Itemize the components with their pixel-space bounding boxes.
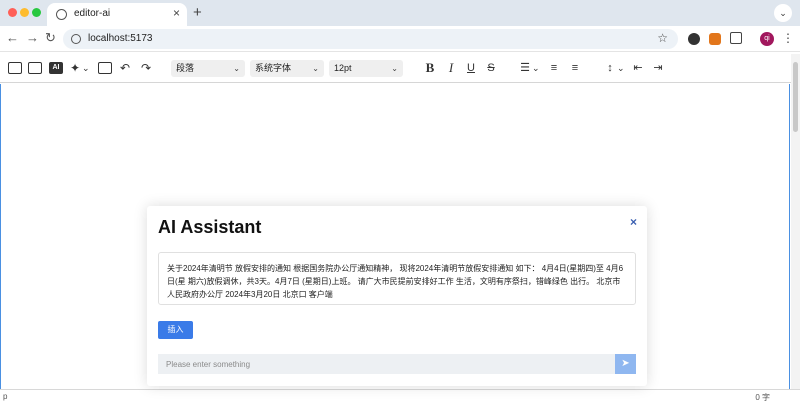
browser-tab[interactable]: editor-ai × xyxy=(47,3,187,26)
dialog-title: AI Assistant xyxy=(158,217,262,237)
window-close-button[interactable] xyxy=(8,8,17,17)
metamask-fox-icon[interactable] xyxy=(709,33,721,45)
undo-button[interactable]: ↶ xyxy=(118,60,132,76)
chevron-down-icon: ⌄ xyxy=(312,64,319,73)
insert-button[interactable]: 插入 xyxy=(158,321,193,339)
italic-button[interactable]: I xyxy=(445,60,457,76)
forward-button[interactable]: → xyxy=(26,30,39,45)
font-size-select[interactable]: 12pt ⌄ xyxy=(329,60,403,77)
magic-wand-icon[interactable]: ✦ xyxy=(69,60,81,76)
ocr-scan-icon[interactable] xyxy=(98,62,112,74)
insert-content-icon[interactable] xyxy=(8,62,22,74)
font-family-select[interactable]: 系统字体 ⌄ xyxy=(250,60,324,77)
element-path: p xyxy=(3,392,8,401)
close-icon[interactable]: × xyxy=(630,215,637,229)
new-tab-button[interactable]: + xyxy=(193,4,202,21)
bookmark-star-icon[interactable]: ☆ xyxy=(657,31,668,45)
paragraph-style-select[interactable]: 段落 ⌄ xyxy=(171,60,245,77)
font-family-value: 系统字体 xyxy=(255,63,292,73)
profile-avatar[interactable]: qi xyxy=(760,32,774,46)
chevron-down-icon: ⌄ xyxy=(391,64,398,73)
align-chevron-icon[interactable]: ⌄ xyxy=(532,60,540,76)
magic-wand-chevron-icon[interactable]: ⌄ xyxy=(82,60,90,76)
outdent-icon[interactable]: ⇤ xyxy=(632,60,644,76)
extension-icon-1[interactable] xyxy=(688,33,700,45)
window-minimize-button[interactable] xyxy=(20,8,29,17)
line-height-chevron-icon[interactable]: ⌄ xyxy=(617,60,625,76)
ai-result-text: 关于2024年清明节 放假安排的通知 根据国务院办公厅通知精神， 现将2024年… xyxy=(158,252,636,305)
back-button[interactable]: ← xyxy=(6,30,19,45)
line-height-icon[interactable]: ↕ xyxy=(603,60,617,76)
align-left-icon[interactable]: ☰ xyxy=(519,60,531,76)
page-scrollbar[interactable] xyxy=(791,54,800,389)
send-icon[interactable]: ➤ xyxy=(615,354,636,374)
extensions-puzzle-icon[interactable] xyxy=(730,32,742,44)
tab-title: editor-ai xyxy=(74,8,111,19)
editor-status-bar: p 0 字 xyxy=(0,389,800,402)
paragraph-style-value: 段落 xyxy=(176,63,195,73)
reload-button[interactable]: ↻ xyxy=(45,30,56,46)
site-info-icon[interactable] xyxy=(71,34,81,44)
prompt-input[interactable] xyxy=(158,354,614,374)
indent-icon[interactable]: ⇥ xyxy=(652,60,664,76)
scrollbar-thumb[interactable] xyxy=(793,62,798,132)
redo-button[interactable]: ↷ xyxy=(139,60,153,76)
ai-assistant-dialog: AI Assistant × 关于2024年清明节 放假安排的通知 根据国务院办… xyxy=(147,206,647,386)
chevron-down-icon: ⌄ xyxy=(233,64,240,73)
url-text: localhost:5173 xyxy=(88,33,153,44)
browser-menu-icon[interactable]: ⋮ xyxy=(782,31,794,45)
address-bar[interactable]: localhost:5173 ☆ xyxy=(63,29,678,49)
browser-tab-bar: editor-ai × + ⌄ xyxy=(0,0,800,26)
copy-format-icon[interactable] xyxy=(28,62,42,74)
word-count: 0 字 xyxy=(755,393,770,402)
browser-address-row: ← → ↻ localhost:5173 ☆ qi ⋮ xyxy=(0,26,800,52)
underline-button[interactable]: U xyxy=(465,60,477,76)
bold-button[interactable]: B xyxy=(424,60,436,76)
font-size-value: 12pt xyxy=(334,63,352,73)
prompt-row: ➤ xyxy=(158,354,636,374)
globe-icon xyxy=(56,9,67,20)
window-maximize-button[interactable] xyxy=(32,8,41,17)
strikethrough-button[interactable]: S xyxy=(485,60,497,76)
tab-search-chevron-icon[interactable]: ⌄ xyxy=(774,4,792,22)
editor-toolbar: AI ✦ ⌄ ↶ ↷ 段落 ⌄ 系统字体 ⌄ 12pt ⌄ B I U S ☰ … xyxy=(0,53,800,83)
ai-assistant-button[interactable]: AI xyxy=(49,62,63,74)
bullet-list-icon[interactable]: ≡ xyxy=(569,60,581,76)
numbered-list-icon[interactable]: ≡ xyxy=(548,60,560,76)
tab-close-icon[interactable]: × xyxy=(173,6,180,20)
